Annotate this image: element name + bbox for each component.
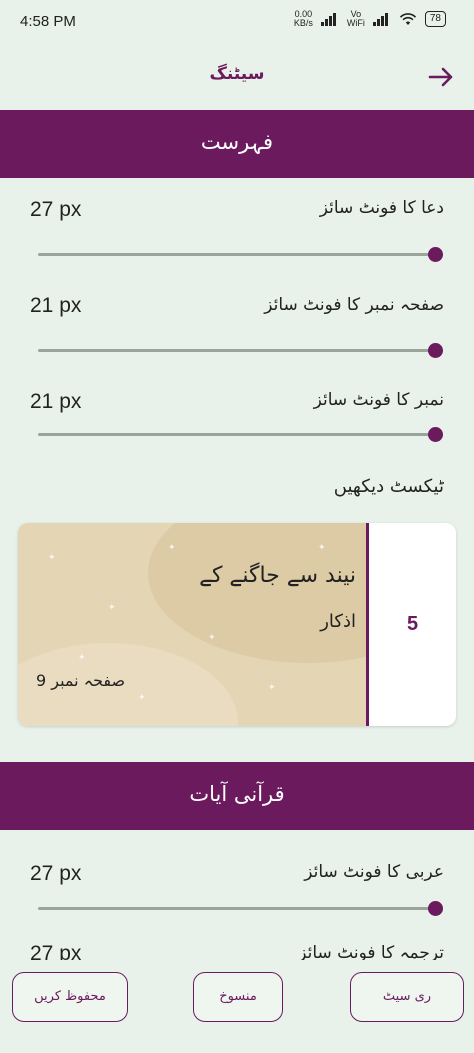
- dua-subtitle: اذکار: [320, 611, 356, 632]
- dua-font-slider[interactable]: [38, 247, 443, 263]
- wifi-icon: [399, 13, 416, 25]
- status-bar: 4:58 PM 0.00 KB/s Vo WiFi 78: [0, 0, 474, 42]
- status-icons: 0.00 KB/s Vo WiFi 78: [294, 10, 446, 28]
- number-font-value: 21 px: [30, 390, 82, 413]
- card-background-shape: [148, 523, 366, 663]
- net-speed-unit: KB/s: [293, 18, 313, 28]
- slider-thumb[interactable]: [428, 427, 443, 442]
- slider-track: [38, 907, 436, 910]
- preview-card[interactable]: ✦ ✦ ✦ ✦ ✦ ✦ ✦ ✦ نیند سے جاگنے کے اذکار ص…: [18, 523, 456, 726]
- slider-track: [38, 349, 436, 352]
- page-number-font-label: صفحہ نمبر کا فونٹ سائز: [264, 295, 444, 315]
- battery-icon: 78: [424, 11, 446, 27]
- page-number-font-slider[interactable]: [38, 343, 443, 359]
- slider-thumb[interactable]: [428, 343, 443, 358]
- sparkle-icon: ✦: [48, 553, 56, 563]
- slider-thumb[interactable]: [428, 901, 443, 916]
- reset-button[interactable]: ری سیٹ: [350, 972, 464, 1022]
- slider-track: [38, 253, 436, 256]
- preview-title: ٹیکسٹ دیکھیں: [333, 476, 444, 497]
- status-time: 4:58 PM: [20, 13, 76, 30]
- dua-font-label: دعا کا فونٹ سائز: [319, 198, 444, 218]
- page-title: سیٹنگ: [209, 64, 265, 84]
- signal-icon: [320, 12, 339, 26]
- slider-track: [38, 433, 436, 436]
- arabic-font-slider[interactable]: [38, 901, 443, 917]
- app-bar: سیٹنگ: [0, 48, 474, 104]
- sparkle-icon: ✦: [138, 693, 146, 703]
- volte-bottom: WiFi: [346, 18, 365, 28]
- cancel-button[interactable]: منسوخ: [193, 972, 283, 1022]
- page-reference: صفحہ نمبر 9: [36, 671, 126, 690]
- setting-dua-font: 27 px دعا کا فونٹ سائز: [0, 198, 474, 288]
- section-header-index: فہرست: [0, 110, 474, 178]
- sparkle-icon: ✦: [108, 603, 116, 613]
- number-font-slider[interactable]: [38, 427, 443, 443]
- section-title-quran: قرآنی آیات: [189, 782, 285, 806]
- section-header-quran: قرآنی آیات: [0, 762, 474, 830]
- net-speed: 0.00 KB/s: [294, 10, 313, 28]
- save-button[interactable]: محفوظ کریں: [12, 972, 128, 1022]
- slider-thumb[interactable]: [428, 247, 443, 262]
- section-title-index: فہرست: [200, 130, 274, 154]
- dua-title: نیند سے جاگنے کے: [199, 563, 356, 588]
- page-number-font-value: 21 px: [30, 294, 82, 317]
- sparkle-icon: ✦: [168, 543, 176, 553]
- preview-card-content: ✦ ✦ ✦ ✦ ✦ ✦ ✦ ✦ نیند سے جاگنے کے اذکار ص…: [18, 523, 366, 726]
- sparkle-icon: ✦: [268, 683, 276, 693]
- arabic-font-label: عربی کا فونٹ سائز: [304, 862, 444, 882]
- bottom-action-bar: محفوظ کریں منسوخ ری سیٹ: [0, 960, 474, 1053]
- number-font-label: نمبر کا فونٹ سائز: [313, 390, 444, 410]
- sparkle-icon: ✦: [208, 633, 216, 643]
- dua-number: 5: [406, 613, 419, 635]
- dua-font-value: 27 px: [30, 198, 82, 221]
- signal-icon-2: [372, 12, 391, 26]
- arrow-right-icon[interactable]: [426, 62, 456, 92]
- sparkle-icon: ✦: [78, 653, 86, 663]
- sparkle-icon: ✦: [318, 543, 326, 553]
- setting-page-number-font: 21 px صفحہ نمبر کا فونٹ سائز: [0, 294, 474, 384]
- arabic-font-value: 27 px: [30, 862, 82, 885]
- volte-wifi-label: Vo WiFi: [347, 10, 365, 28]
